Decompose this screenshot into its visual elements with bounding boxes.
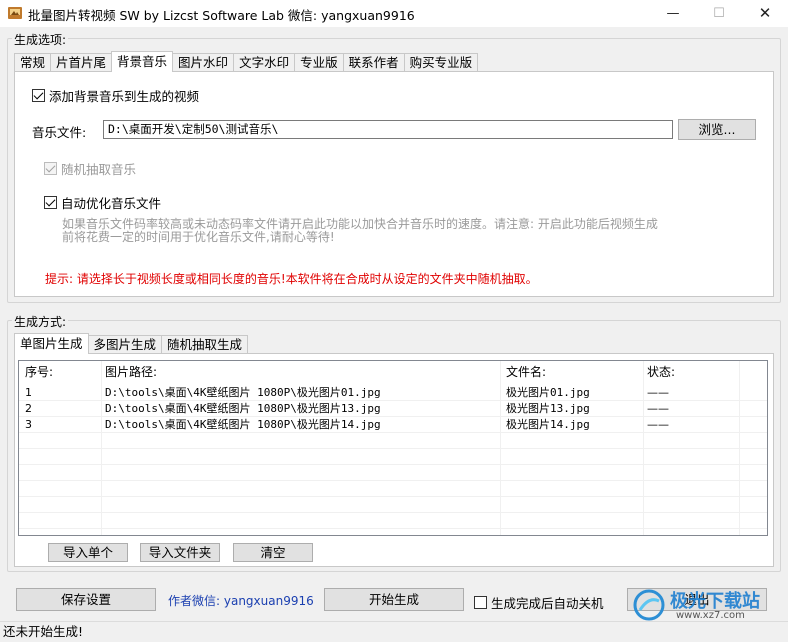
tab-multi-image[interactable]: 多图片生成 (87, 335, 163, 354)
row-path: D:\tools\桌面\4K壁纸图片 1080P\极光图片13.jpg (105, 402, 381, 415)
tab-buy-pro[interactable]: 购买专业版 (403, 53, 479, 72)
app-icon (8, 7, 22, 19)
empty-row (19, 481, 767, 497)
clear-button[interactable]: 清空 (233, 543, 313, 562)
random-music-checkbox: 随机抽取音乐 (44, 159, 136, 178)
author-wechat: 作者微信: yangxuan9916 (168, 594, 314, 608)
mode-group-label: 生成方式: (12, 313, 69, 330)
row-index: 2 (25, 402, 32, 415)
optimize-description-line-2: 前将花费一定的时间用于优化音乐文件,请耐心等待! (62, 230, 335, 244)
auto-shutdown-checkbox[interactable]: 生成完成后自动关机 (474, 593, 604, 612)
optimize-description: 如果音乐文件码率较高或未动态码率文件请开启此功能以加快合并音乐时的速度。请注意:… (62, 218, 762, 244)
optimize-music-label: 自动优化音乐文件 (61, 196, 162, 211)
minimize-button[interactable]: — (650, 0, 696, 27)
music-tip: 提示: 请选择长于视频长度或相同长度的音乐!本软件将在合成时从设定的文件夹中随机… (45, 272, 538, 286)
watermark-text-url: www.xz7.com (676, 610, 745, 621)
optimize-music-check-box[interactable] (44, 196, 57, 209)
optimize-music-checkbox[interactable]: 自动优化音乐文件 (44, 193, 161, 212)
tab-random-image[interactable]: 随机抽取生成 (161, 335, 249, 354)
close-button[interactable]: ✕ (742, 0, 788, 27)
tab-general[interactable]: 常规 (14, 53, 52, 72)
row-status: —— (647, 418, 669, 431)
title-bar: 批量图片转视频 SW by Lizcst Software Lab 微信: ya… (0, 0, 788, 27)
random-music-label: 随机抽取音乐 (61, 162, 137, 177)
add-music-check-box[interactable] (32, 89, 45, 102)
tab-contact-author[interactable]: 联系作者 (342, 53, 405, 72)
row-filename: 极光图片14.jpg (506, 418, 590, 431)
row-status: —— (647, 386, 669, 399)
table-row[interactable]: 3 D:\tools\桌面\4K壁纸图片 1080P\极光图片14.jpg 极光… (19, 417, 767, 433)
maximize-button[interactable]: ☐ (696, 0, 742, 27)
options-tab-strip: 常规 片首片尾 背景音乐 图片水印 文字水印 专业版 联系作者 购买专业版 (14, 51, 479, 72)
status-text: 还未开始生成! (3, 624, 84, 639)
header-filename[interactable]: 文件名: (506, 361, 636, 383)
list-header: 序号: 图片路径: 文件名: 状态: (19, 361, 767, 383)
row-path: D:\tools\桌面\4K壁纸图片 1080P\极光图片01.jpg (105, 386, 381, 399)
header-index[interactable]: 序号: (25, 361, 97, 383)
add-music-checkbox[interactable]: 添加背景音乐到生成的视频 (32, 86, 199, 105)
tab-image-watermark[interactable]: 图片水印 (172, 53, 235, 72)
table-row[interactable]: 1 D:\tools\桌面\4K壁纸图片 1080P\极光图片01.jpg 极光… (19, 385, 767, 401)
empty-row (19, 513, 767, 529)
row-index: 3 (25, 418, 32, 431)
header-status[interactable]: 状态: (647, 361, 737, 383)
status-bar: 还未开始生成! (0, 621, 788, 642)
empty-row (19, 497, 767, 513)
empty-row (19, 433, 767, 449)
row-index: 1 (25, 386, 32, 399)
auto-shutdown-label: 生成完成后自动关机 (491, 596, 604, 611)
empty-row (19, 449, 767, 465)
row-filename: 极光图片01.jpg (506, 386, 590, 399)
tab-text-watermark[interactable]: 文字水印 (233, 53, 296, 72)
empty-row (19, 465, 767, 481)
header-path[interactable]: 图片路径: (105, 361, 495, 383)
save-settings-button[interactable]: 保存设置 (16, 588, 156, 611)
row-filename: 极光图片13.jpg (506, 402, 590, 415)
tab-single-image[interactable]: 单图片生成 (14, 333, 89, 354)
site-watermark: 极光下载站 www.xz7.com (630, 586, 780, 624)
auto-shutdown-check-box[interactable] (474, 596, 487, 609)
image-list-view[interactable]: 序号: 图片路径: 文件名: 状态: 1 D:\tools\桌面\4K壁纸图片 … (18, 360, 768, 536)
row-path: D:\tools\桌面\4K壁纸图片 1080P\极光图片14.jpg (105, 418, 381, 431)
tab-background-music[interactable]: 背景音乐 (111, 51, 174, 72)
window-title: 批量图片转视频 SW by Lizcst Software Lab 微信: ya… (28, 8, 415, 23)
tab-intro-outro[interactable]: 片首片尾 (50, 53, 113, 72)
options-group-label: 生成选项: (12, 31, 69, 48)
row-status: —— (647, 402, 669, 415)
watermark-logo-icon (633, 589, 665, 621)
start-generate-button[interactable]: 开始生成 (324, 588, 464, 611)
mode-tab-strip: 单图片生成 多图片生成 随机抽取生成 (14, 333, 249, 354)
browse-button[interactable]: 浏览... (678, 119, 756, 140)
import-folder-button[interactable]: 导入文件夹 (140, 543, 220, 562)
import-single-button[interactable]: 导入单个 (48, 543, 128, 562)
music-file-label: 音乐文件: (32, 125, 87, 140)
tab-pro-version[interactable]: 专业版 (294, 53, 344, 72)
table-row[interactable]: 2 D:\tools\桌面\4K壁纸图片 1080P\极光图片13.jpg 极光… (19, 401, 767, 417)
random-music-check-box (44, 162, 57, 175)
music-file-input[interactable]: D:\桌面开发\定制50\测试音乐\ (103, 120, 673, 139)
add-music-label: 添加背景音乐到生成的视频 (49, 89, 200, 104)
